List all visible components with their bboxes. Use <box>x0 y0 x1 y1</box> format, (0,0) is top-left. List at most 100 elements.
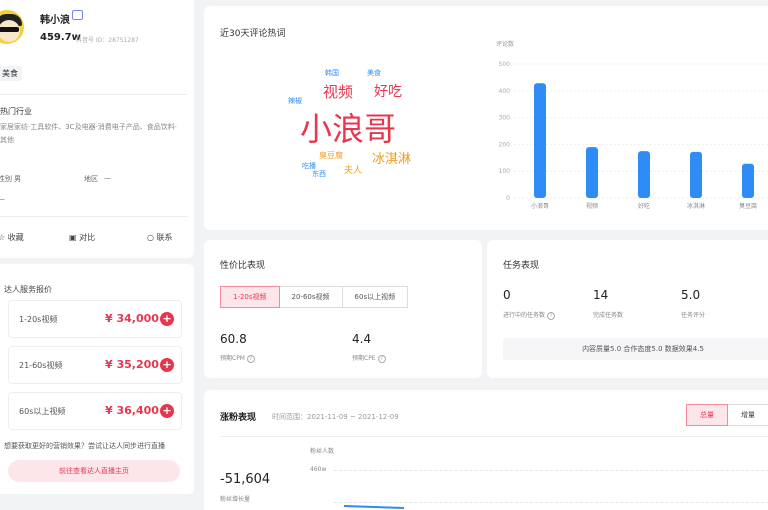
region-value: — <box>104 174 111 182</box>
fans-growth-card: 涨粉表现 时间范围：2021-11-09 ~ 2021-12-09 总量 增量 … <box>204 390 768 510</box>
avatar[interactable] <box>0 8 26 46</box>
service-row[interactable]: 60s以上视频 ¥ 36,400 + <box>8 392 182 430</box>
service-name: 21-60s视频 <box>19 361 63 370</box>
help-icon[interactable]: ? <box>247 354 255 363</box>
task-title: 任务表现 <box>503 261 540 271</box>
divider <box>0 94 188 95</box>
bar <box>690 151 702 198</box>
service-name: 1-20s视频 <box>19 315 58 324</box>
bar <box>638 151 650 198</box>
toggle-increment[interactable]: 增量 <box>727 404 768 426</box>
word: 吃播 <box>302 162 316 170</box>
view-live-button[interactable]: 前往查看达人直播主页 <box>8 460 180 482</box>
cpe-value: 4.4 <box>352 332 372 346</box>
word: 好吃 <box>374 84 402 100</box>
y-tick-label: 500 <box>499 61 511 68</box>
task-stat-label: 进行中的任务数? <box>503 310 556 320</box>
gender-label: 性别 <box>0 175 12 183</box>
contact-icon: ○ <box>147 233 154 242</box>
help-icon[interactable]: ? <box>377 354 386 363</box>
category-tag: 美食 <box>0 66 22 81</box>
tab-60s-plus[interactable]: 60s以上视频 <box>341 286 409 308</box>
service-name: 60s以上视频 <box>19 407 66 416</box>
fans-chart-tick: 460w <box>310 466 327 473</box>
price-perf-title: 性价比表现 <box>220 261 266 271</box>
price-performance-card: 性价比表现 1-20s视频 20-60s视频 60s以上视频 60.8 预期CP… <box>204 240 482 378</box>
word: 夫人 <box>344 166 363 176</box>
task-stat-value: 14 <box>593 288 609 302</box>
word: 臭豆腐 <box>319 151 343 160</box>
x-tick-label: 视频 <box>586 202 598 210</box>
x-tick-label: 小浪哥 <box>531 202 549 210</box>
help-icon[interactable]: ? <box>547 311 556 320</box>
bar <box>534 83 546 198</box>
divider <box>0 216 188 217</box>
x-tick-label: 冰淇淋 <box>687 202 705 210</box>
cpe-label: 预期CPE? <box>352 353 386 363</box>
y-tick-label: 400 <box>499 88 511 95</box>
gridline <box>334 470 768 471</box>
fans-chart-ylabel: 粉丝人数 <box>310 448 335 455</box>
hotwords-title: 近30天评论热词 <box>220 29 286 39</box>
live-hint: 想要获取更好的营销效果？尝试让达人同步进行直播 <box>4 442 165 450</box>
toggle-total[interactable]: 总量 <box>686 404 728 426</box>
comment-hotwords-card: 近30天评论热词 小浪哥 视频 好吃 冰淇淋 美食 韩国 夫人 东西 辣椒 臭豆… <box>204 6 768 230</box>
star-icon: ☆ <box>0 233 6 242</box>
collect-button[interactable]: ☆ 收藏 <box>0 232 24 243</box>
word: 冰淇淋 <box>372 152 412 167</box>
cpm-label: 预期CPM? <box>220 353 255 363</box>
fans-count: 459.7w <box>40 32 81 43</box>
y-tick-label: 100 <box>499 168 511 175</box>
task-stat-value: 5.0 <box>681 288 701 302</box>
add-icon[interactable]: + <box>160 358 174 372</box>
score-summary: 内容质量5.0 合作态度5.0 数据效果4.5 <box>503 338 768 360</box>
contact-button[interactable]: ○ 联系 <box>147 232 173 243</box>
nickname: 韩小浪 <box>40 15 70 26</box>
service-row[interactable]: 1-20s视频 ¥ 34,000 + <box>8 300 182 338</box>
add-icon[interactable]: + <box>160 404 174 418</box>
x-tick-label: 好吃 <box>638 202 650 210</box>
time-range: 时间范围：2021-11-09 ~ 2021-12-09 <box>272 413 399 421</box>
fans-line <box>344 505 404 509</box>
x-tick-label: 臭豆腐 <box>739 202 757 210</box>
fans-toggle: 总量 增量 <box>686 404 768 426</box>
gender-value: 男 <box>14 175 21 183</box>
task-stat-label: 完成任务数 <box>593 312 624 319</box>
word: 韩国 <box>325 69 339 77</box>
y-tick-label: 200 <box>499 141 511 148</box>
y-axis-label: 评论数 <box>496 40 514 48</box>
task-stat-label: 任务评分 <box>681 312 706 319</box>
service-title: 达人服务报价 <box>4 285 52 294</box>
duration-tabs: 1-20s视频 20-60s视频 60s以上视频 <box>220 286 409 310</box>
compare-button[interactable]: ▣ 对比 <box>69 232 95 243</box>
compare-icon: ▣ <box>69 233 77 242</box>
y-tick-label: 300 <box>499 115 511 122</box>
word: 辣椒 <box>288 97 302 105</box>
tab-20-60s[interactable]: 20-60s视频 <box>278 286 343 308</box>
industry-desc: 家居家纺·工具软件、3C及电器·消费电子产品、食品饮料·其他 <box>0 123 178 144</box>
region-label: 地区 <box>84 175 98 183</box>
fans-title: 涨粉表现 <box>220 413 257 423</box>
divider <box>220 436 768 437</box>
bar <box>742 163 754 198</box>
word: 小浪哥 <box>300 110 397 148</box>
task-performance-card: 任务表现 0 进行中的任务数? 14 完成任务数 5.0 任务评分 内容质量5.… <box>487 240 768 378</box>
word: 美食 <box>367 69 381 77</box>
service-row[interactable]: 21-60s视频 ¥ 35,200 + <box>8 346 182 384</box>
user-id: 抖音号 ID：28751287 <box>76 37 139 44</box>
service-price: ¥ 36,400 <box>105 404 159 417</box>
industry-title: 热门行业 <box>0 107 32 116</box>
y-tick-label: 0 <box>506 195 510 202</box>
verified-icon <box>72 10 83 20</box>
profile-card: 韩小浪 459.7w 抖音号 ID：28751287 美食 热门行业 家居家纺·… <box>0 0 194 258</box>
fans-change-value: -51,604 <box>220 472 271 487</box>
add-icon[interactable]: + <box>160 312 174 326</box>
age-value: — <box>0 195 5 203</box>
fans-change-label: 粉丝增长量 <box>220 496 251 503</box>
service-price: ¥ 35,200 <box>105 358 159 371</box>
bar <box>586 147 598 198</box>
tab-1-20s[interactable]: 1-20s视频 <box>220 286 280 308</box>
task-stat-value: 0 <box>503 288 511 302</box>
service-price: ¥ 34,000 <box>105 312 159 325</box>
cpm-value: 60.8 <box>220 332 247 346</box>
